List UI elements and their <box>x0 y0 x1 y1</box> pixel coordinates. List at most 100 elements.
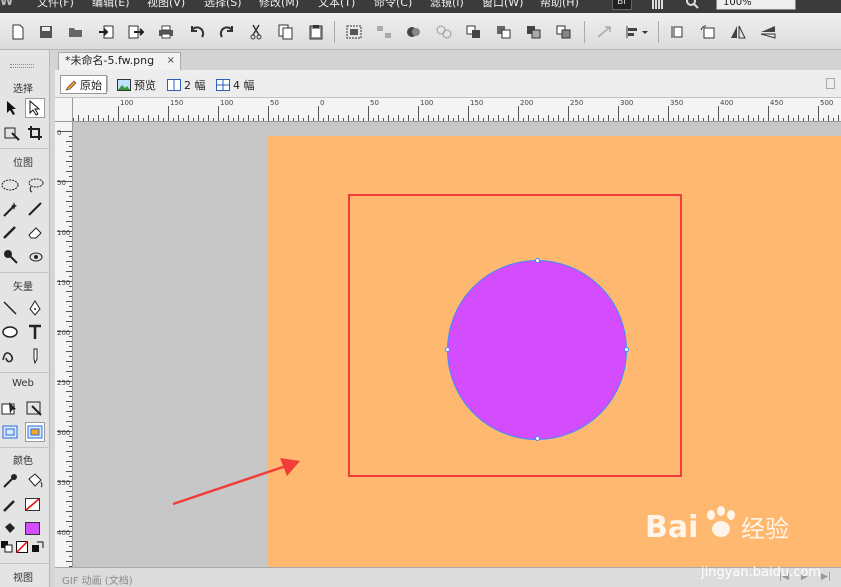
ruler-tick <box>658 115 659 121</box>
marquee-tool-icon[interactable] <box>0 175 20 195</box>
hotspot-tool-icon[interactable] <box>0 398 20 418</box>
line-tool-icon[interactable] <box>0 298 20 318</box>
split-icon[interactable] <box>434 22 454 42</box>
redo-icon[interactable] <box>217 22 237 42</box>
menu-commands[interactable]: 命令(C) <box>374 0 412 10</box>
brush-tool-icon[interactable] <box>25 199 45 219</box>
ruler-tick <box>408 115 409 121</box>
symbol-icon[interactable] <box>594 22 614 42</box>
hand-icon[interactable] <box>650 0 666 10</box>
next-frame-icon[interactable]: ▶| <box>821 572 831 582</box>
zoom-icon[interactable] <box>685 0 699 9</box>
copy-icon[interactable] <box>276 22 296 42</box>
document-tab[interactable]: *未命名-5.fw.png × <box>58 52 181 70</box>
export-icon[interactable] <box>126 22 146 42</box>
two-up-icon <box>167 78 181 91</box>
menu-view[interactable]: 视图(V) <box>147 0 185 10</box>
import-icon[interactable] <box>96 22 116 42</box>
zoom-select[interactable]: 100% <box>716 0 796 10</box>
baidu-watermark: Bai 经验 jingyan.baidu.com <box>645 495 835 580</box>
pen-tool-icon[interactable] <box>25 298 45 318</box>
scale-tool-icon[interactable] <box>2 123 22 143</box>
menu-modify[interactable]: 修改(M) <box>259 0 299 10</box>
ungroup-icon[interactable] <box>374 22 394 42</box>
blur-tool-icon[interactable] <box>0 246 20 266</box>
eraser-tool-icon[interactable] <box>25 222 45 242</box>
no-stroke-fill-icon[interactable] <box>15 540 29 554</box>
menu-select[interactable]: 选择(S) <box>204 0 242 10</box>
menu-help[interactable]: 帮助(H) <box>540 0 579 10</box>
ruler-tick <box>66 441 72 442</box>
join-icon[interactable] <box>404 22 424 42</box>
print-icon[interactable] <box>156 22 176 42</box>
app-logo-icon: W <box>0 0 14 8</box>
stroke-color-swatch[interactable] <box>25 498 40 511</box>
view-4up-button[interactable]: 4 幅 <box>212 75 259 94</box>
pencil-tool-icon[interactable] <box>0 222 20 242</box>
lasso-tool-icon[interactable] <box>25 175 45 195</box>
ruler-tick <box>66 261 72 262</box>
circle-shape[interactable] <box>447 260 627 440</box>
save-icon[interactable] <box>36 22 56 42</box>
text-tool-icon[interactable] <box>25 322 45 342</box>
ruler-tick <box>57 431 72 432</box>
bring-forward-icon[interactable] <box>494 22 514 42</box>
ruler-tick <box>328 115 329 121</box>
selection-handle-top[interactable] <box>535 258 540 263</box>
flip-vertical-icon[interactable] <box>758 22 778 42</box>
paste-icon[interactable] <box>306 22 326 42</box>
pointer-tool-icon[interactable] <box>2 98 22 118</box>
subselect-tool-icon[interactable] <box>25 98 45 118</box>
view-preview-button[interactable]: 预览 <box>113 75 160 94</box>
group-icon[interactable] <box>344 22 364 42</box>
paint-bucket-tool-icon[interactable] <box>25 471 45 491</box>
ruler-tick <box>278 115 279 121</box>
default-colors-icon[interactable] <box>0 540 14 554</box>
toolbar-separator <box>584 21 585 43</box>
menu-window[interactable]: 窗口(W) <box>482 0 523 10</box>
selection-handle-bottom[interactable] <box>535 436 540 441</box>
open-icon[interactable] <box>66 22 86 42</box>
ruler-tick <box>66 201 72 202</box>
new-file-icon[interactable] <box>8 22 28 42</box>
menu-filters[interactable]: 滤镜(I) <box>430 0 464 10</box>
magic-wand-tool-icon[interactable] <box>0 199 20 219</box>
selection-handle-left[interactable] <box>445 347 450 352</box>
hide-slices-icon[interactable] <box>0 422 20 442</box>
swap-colors-icon[interactable] <box>31 540 45 554</box>
flip-horizontal-icon[interactable] <box>728 22 748 42</box>
panel-grip[interactable] <box>10 64 34 68</box>
knife-tool-icon[interactable] <box>25 346 45 366</box>
ruler-tick <box>478 115 479 121</box>
ruler-tick <box>66 561 72 562</box>
align-dropdown-icon[interactable] <box>624 22 650 42</box>
ellipse-tool-icon[interactable] <box>0 322 20 342</box>
slice-tool-icon[interactable] <box>25 398 45 418</box>
undo-icon[interactable] <box>187 22 207 42</box>
eyedropper-tool-icon[interactable] <box>0 471 20 491</box>
bring-to-front-icon[interactable] <box>464 22 484 42</box>
send-to-back-icon[interactable] <box>554 22 574 42</box>
bridge-button[interactable]: Br <box>612 0 632 10</box>
crop-tool-icon[interactable] <box>25 123 45 143</box>
freeform-tool-icon[interactable] <box>0 346 20 366</box>
red-eye-tool-icon[interactable] <box>25 246 45 266</box>
fill-color-swatch[interactable] <box>25 522 40 535</box>
menu-text[interactable]: 文本(T) <box>318 0 355 10</box>
menu-file[interactable]: 文件(F) <box>37 0 74 10</box>
view-original-button[interactable]: 原始 <box>60 75 107 94</box>
close-icon[interactable]: × <box>167 53 175 69</box>
view-2up-button[interactable]: 2 幅 <box>163 75 210 94</box>
vertical-ruler[interactable]: 0 50 100 150 200 250 300 350 400 <box>55 122 73 567</box>
page-icon[interactable] <box>826 78 835 89</box>
horizontal-ruler[interactable]: 100 150 100 50 0 50 100 150 200 250 300 350 400 450 50… <box>73 98 841 122</box>
cut-icon[interactable] <box>246 22 266 42</box>
send-backward-icon[interactable] <box>524 22 544 42</box>
section-label-select: 选择 <box>13 84 33 95</box>
ruler-tick <box>78 115 79 121</box>
selection-handle-right[interactable] <box>624 347 629 352</box>
align-left-icon[interactable] <box>668 22 688 42</box>
menu-edit[interactable]: 编辑(E) <box>92 0 130 10</box>
rotate-icon[interactable] <box>698 22 718 42</box>
show-slices-icon[interactable] <box>25 422 45 442</box>
